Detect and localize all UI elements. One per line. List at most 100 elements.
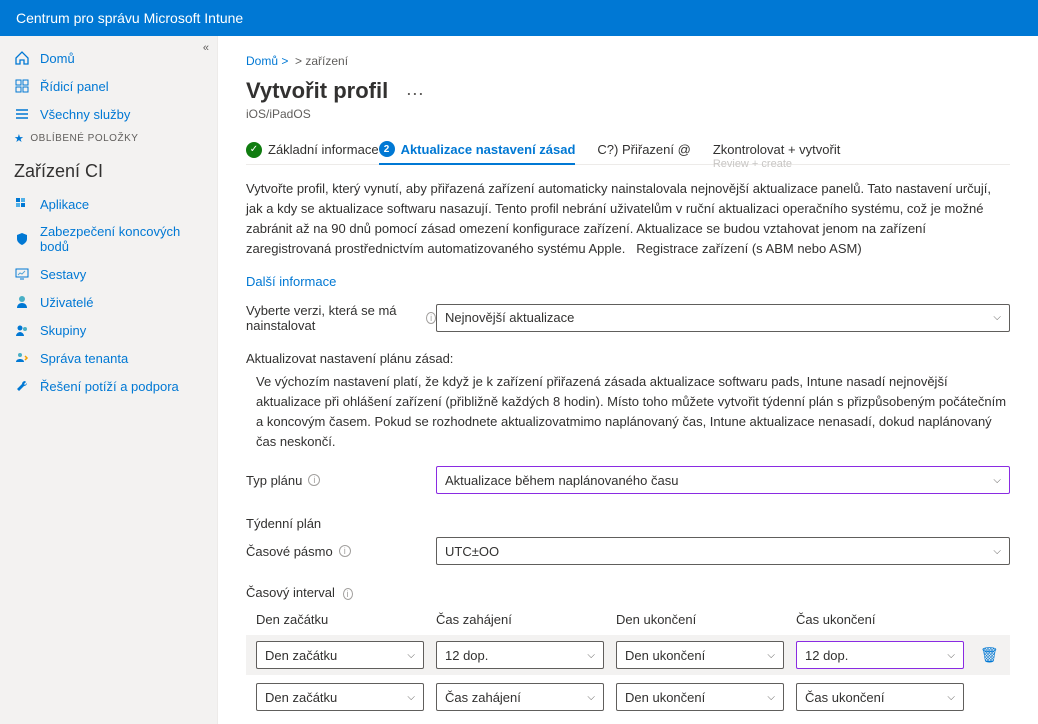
policy-plan-heading: Aktualizovat nastavení plánu zásad: [246,351,1010,366]
end-time-select[interactable]: 12 dop.⌵ [796,641,964,669]
nav-apps[interactable]: Aplikace [0,190,217,218]
nav-label: Sestavy [40,267,86,282]
select-value: 12 dop. [445,648,488,663]
select-value: Den ukončení [625,648,705,663]
nav-label: Zabezpečení koncových bodů [40,224,203,254]
more-actions-icon[interactable]: ⋯ [406,84,424,104]
user-icon [14,294,30,310]
breadcrumb-current: > zařízení [295,54,348,68]
select-value: Den ukončení [625,690,705,705]
end-time-select[interactable]: Čas ukončení ⌵ [796,683,964,711]
more-info-link[interactable]: Další informace [246,274,1010,289]
tab-label: Aktualizace nastavení zásad [401,142,576,157]
wrench-icon [14,378,30,394]
wizard-tabs: ✓ Základní informace 2 Aktualizace nasta… [246,141,1010,165]
interval-row: Den začátku⌵ Čas zahájení⌵ Den ukončení⌵… [246,683,1010,711]
favorites-label: ★ OBLÍBENÉ POLOŽKY [0,128,217,151]
select-value: Aktualizace během naplánovaného času [445,473,678,488]
col-end-time: Čas ukončení [796,612,964,627]
page-title: Vytvořit profil [246,78,388,103]
chevron-down-icon: ⌵ [993,546,1001,557]
version-select[interactable]: Nejnovější aktualizace ⌵ [436,304,1010,332]
chevron-down-icon: ⌵ [767,692,775,703]
start-day-select[interactable]: Den začátku⌵ [256,641,424,669]
sidebar: « Domů Řídicí panel Všechny služby ★ OBL… [0,36,218,724]
main-content: Domů > > zařízení Vytvořit profil ⋯ iOS/… [218,36,1038,724]
tab-label: C?) Přiřazení @ [597,142,690,157]
sidebar-collapse-icon[interactable]: « [203,42,209,54]
group-icon [14,322,30,338]
nav-all-services[interactable]: Všechny služby [0,100,217,128]
info-icon[interactable]: i [426,312,436,324]
nav-home[interactable]: Domů [0,44,217,72]
label-text: Typ plánu [246,473,302,488]
apps-icon [14,196,30,212]
tab-review-create[interactable]: Zkontrolovat + vytvořit Review + create [713,142,841,157]
col-start-time: Čas zahájení [436,612,604,627]
step-badge: 2 [379,141,395,157]
check-icon: ✓ [246,142,262,158]
nav-label: Skupiny [40,323,86,338]
nav-label: Správa tenanta [40,351,128,366]
end-day-select[interactable]: Den ukončení ⌵ [616,683,784,711]
sidebar-section-title: Zařízení CI [0,151,217,190]
shield-icon [14,231,30,247]
nav-reports[interactable]: Sestavy [0,260,217,288]
plan-type-select[interactable]: Aktualizace během naplánovaného času ⌵ [436,466,1010,494]
page-header: Vytvořit profil ⋯ [246,78,1010,105]
nav-label: Domů [40,51,75,66]
nav-support[interactable]: Řešení potíží a podpora [0,372,217,400]
nav-label: Aplikace [40,197,89,212]
star-icon: ★ [14,132,24,145]
select-value: Nejnovější aktualizace [445,310,574,325]
end-day-select[interactable]: Den ukončení ⌵ [616,641,784,669]
tenant-icon [14,350,30,366]
select-value: UTC±OO [445,544,499,559]
chevron-down-icon: ⌵ [587,650,595,661]
start-day-select[interactable]: Den začátku⌵ [256,683,424,711]
chevron-down-icon: ⌵ [993,312,1001,323]
label-text: Vyberte verzi, která se má nainstalovat [246,303,420,333]
col-start-day: Den začátku [256,612,424,627]
interval-table-header: Den začátku Čas zahájení Den ukončení Ča… [246,612,1010,627]
tab-update-policy[interactable]: 2 Aktualizace nastavení zásad [379,141,576,165]
breadcrumb-home[interactable]: Domů > [246,54,288,68]
chevron-down-icon: ⌵ [993,475,1001,486]
chevron-down-icon: ⌵ [407,650,415,661]
nav-users[interactable]: Uživatelé [0,288,217,316]
nav-dashboard[interactable]: Řídicí panel [0,72,217,100]
nav-label: Řídicí panel [40,79,109,94]
description-tail: Registrace zařízení (s ABM nebo ASM) [636,241,861,256]
select-value: Čas ukončení [805,690,885,705]
breadcrumb: Domů > > zařízení [246,54,1010,68]
info-icon[interactable]: i [339,545,351,557]
info-icon[interactable]: i [308,474,320,486]
nav-label: Všechny služby [40,107,130,122]
weekly-plan-label: Týdenní plán [246,516,1010,531]
nav-label: Řešení potíží a podpora [40,379,179,394]
col-end-day: Den ukončení [616,612,784,627]
list-icon [14,106,30,122]
nav-tenant[interactable]: Správa tenanta [0,344,217,372]
timezone-label: Časové pásmo i [246,544,436,559]
start-time-select[interactable]: 12 dop. ⌵ [436,641,604,669]
select-value: Čas zahájení [445,690,521,705]
start-time-select[interactable]: Čas zahájení⌵ [436,683,604,711]
top-bar: Centrum pro správu Microsoft Intune [0,0,1038,36]
home-icon [14,50,30,66]
nav-endpoint-security[interactable]: Zabezpečení koncových bodů [0,218,217,260]
plan-type-label: Typ plánu i [246,473,436,488]
tab-label: Zkontrolovat + vytvořit [713,142,841,157]
description-body: Vytvořte profil, který vynutí, aby přiřa… [246,181,991,256]
tab-basics[interactable]: ✓ Základní informace [246,142,379,158]
delete-row-icon[interactable]: 🗑 [980,646,999,664]
chevron-down-icon: ⌵ [767,650,775,661]
timezone-select[interactable]: UTC±OO ⌵ [436,537,1010,565]
version-label: Vyberte verzi, která se má nainstalovat … [246,303,436,333]
nav-groups[interactable]: Skupiny [0,316,217,344]
tab-label: Základní informace [268,142,379,157]
tab-ghost: Review + create [713,158,792,170]
chevron-down-icon: ⌵ [947,692,955,703]
info-icon[interactable]: i [343,588,353,600]
tab-assignments[interactable]: C?) Přiřazení @ [597,142,690,157]
